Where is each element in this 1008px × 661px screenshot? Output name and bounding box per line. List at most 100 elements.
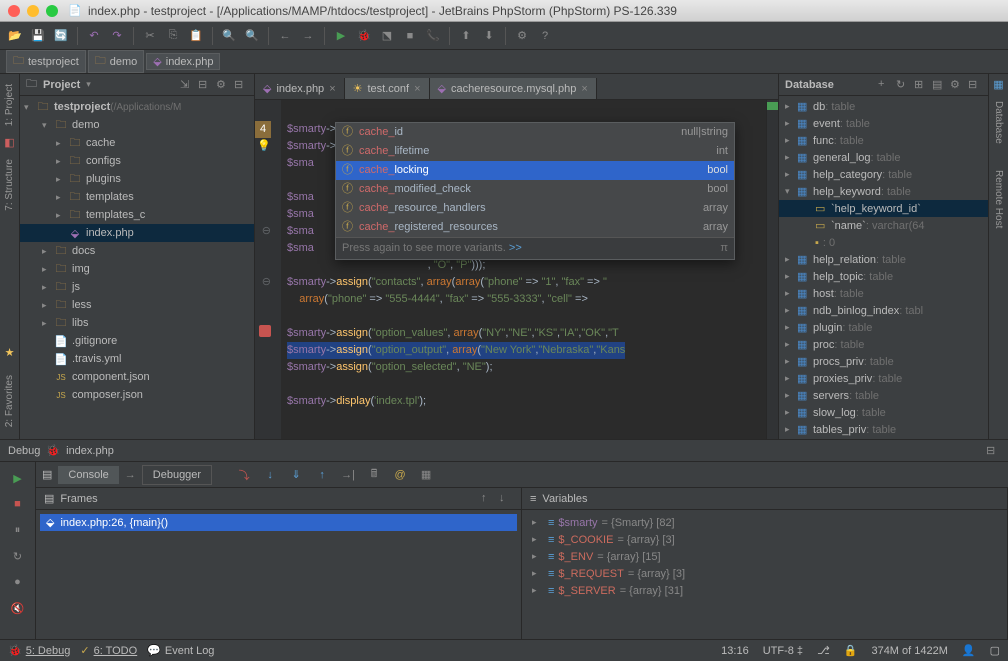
coverage-icon[interactable]: ⬔ [378,27,396,45]
open-icon[interactable]: 📂 [6,27,24,45]
crumb-folder[interactable]: 🗀demo [88,50,145,73]
frames-list[interactable]: ⬙ index.php:26, {main}() [36,510,521,639]
tree-item-index.php[interactable]: ⬙index.php [20,224,254,242]
scroll-icon[interactable]: ⇲ [180,78,194,92]
undo-icon[interactable]: ↶ [85,27,103,45]
db-refresh-icon[interactable]: ↻ [896,78,910,92]
completion-item[interactable]: ⓕcache_lockingbool [336,161,734,180]
gutter-icon-1[interactable]: ◧ [4,136,14,149]
tree-item-docs[interactable]: ▸🗀docs [20,242,254,260]
project-tree[interactable]: ▾🗀testproject (/Applications/M▾🗀demo▸🗀ca… [20,96,254,439]
run-to-cursor-icon[interactable]: →| [338,465,358,485]
pause-button[interactable]: ⏸ [8,520,28,540]
hide-icon[interactable]: ⊟ [234,78,248,92]
resume-button[interactable]: ▶ [8,468,28,488]
tree-item-demo[interactable]: ▾🗀demo [20,116,254,134]
sb-todo[interactable]: ✓6: TODO [80,644,137,657]
tree-item-.travis.yml[interactable]: 📄.travis.yml [20,350,254,368]
step-out-icon[interactable]: ↑ [312,465,332,485]
db-add-icon[interactable]: + [878,78,892,92]
db-row-<unnamed>[interactable]: ▪: 0 [779,234,988,251]
tree-item-.gitignore[interactable]: 📄.gitignore [20,332,254,350]
sb-lock-icon[interactable]: 🔒 [844,644,858,657]
tree-root[interactable]: ▾🗀testproject (/Applications/M [20,98,254,116]
tree-item-js[interactable]: ▸🗀js [20,278,254,296]
redo-icon[interactable]: ↷ [108,27,126,45]
layout-icon[interactable]: ▦ [416,465,436,485]
lightbulb-icon[interactable]: 💡 [257,140,271,152]
db-row-procs_priv[interactable]: ▸▦procs_priv: table [779,353,988,370]
debug-hide-icon[interactable]: ⊟ [986,444,1000,458]
watch-icon[interactable]: @ [390,465,410,485]
close-window-button[interactable] [8,5,20,17]
sb-git-icon[interactable]: ⎇ [817,644,830,657]
sb-tool-icon[interactable]: ▢ [990,644,1000,657]
frame-row[interactable]: ⬙ index.php:26, {main}() [40,514,517,531]
tab-console[interactable]: Console [58,466,118,484]
db-row-`help_keyword_id`[interactable]: ▭`help_keyword_id` [779,200,988,217]
gear-icon[interactable]: ⚙ [216,78,230,92]
tree-item-templates_c[interactable]: ▸🗀templates_c [20,206,254,224]
crumb-file[interactable]: ⬙index.php [146,53,220,70]
listen-icon[interactable]: 📞 [424,27,442,45]
tab-debugger[interactable]: Debugger [142,465,212,485]
find-icon[interactable]: 🔍 [220,27,238,45]
sb-debug[interactable]: 🐞5: Debug [8,644,70,657]
editor-tab-test.conf[interactable]: ☀test.conf× [345,78,430,99]
stop-icon[interactable]: ■ [401,27,419,45]
popup-more-link[interactable]: >> [509,242,522,254]
db-filter-icon[interactable]: ⊞ [914,78,928,92]
db-row-host[interactable]: ▸▦host: table [779,285,988,302]
var-row[interactable]: ▸≡$_COOKIE = {array} [3] [526,531,1003,548]
run-icon[interactable]: ▶ [332,27,350,45]
tree-item-templates[interactable]: ▸🗀templates [20,188,254,206]
completion-popup[interactable]: ⓕcache_idnull|stringⓕcache_lifetimeintⓕc… [335,122,735,260]
db-row-func[interactable]: ▸▦func: table [779,132,988,149]
gutter-project[interactable]: 1: Project [2,78,17,132]
db-row-plugin[interactable]: ▸▦plugin: table [779,319,988,336]
var-row[interactable]: ▸≡$_REQUEST = {array} [3] [526,565,1003,582]
crumb-project[interactable]: 🗀testproject [6,50,86,73]
tree-item-configs[interactable]: ▸🗀configs [20,152,254,170]
tree-item-cache[interactable]: ▸🗀cache [20,134,254,152]
step-over-icon[interactable]: ⤵ [234,465,254,485]
mute-button[interactable]: 🔇 [8,598,28,618]
rerun-button[interactable]: ↻ [8,546,28,566]
db-row-db[interactable]: ▸▦db: table [779,98,988,115]
help-icon[interactable]: ? [536,27,554,45]
db-row-help_keyword[interactable]: ▾▦help_keyword: table [779,183,988,200]
cut-icon[interactable]: ✂ [141,27,159,45]
frame-up-icon[interactable]: ↑ [481,492,495,506]
db-row-tables_priv[interactable]: ▸▦tables_priv: table [779,421,988,438]
completion-item[interactable]: ⓕcache_idnull|string [336,123,734,142]
editor-tab-index.php[interactable]: ⬙index.php× [255,78,345,99]
frame-down-icon[interactable]: ↓ [499,492,513,506]
vcs-icon-2[interactable]: ⬇ [480,27,498,45]
completion-item[interactable]: ⓕcache_resource_handlersarray [336,199,734,218]
gutter-database[interactable]: Database [991,95,1006,150]
minimize-window-button[interactable] [27,5,39,17]
completion-item[interactable]: ⓕcache_lifetimeint [336,142,734,161]
copy-icon[interactable]: ⎘ [164,27,182,45]
db-row-slow_log[interactable]: ▸▦slow_log: table [779,404,988,421]
close-tab-icon[interactable]: × [581,83,587,95]
zoom-window-button[interactable] [46,5,58,17]
save-icon[interactable]: 💾 [29,27,47,45]
tree-item-libs[interactable]: ▸🗀libs [20,314,254,332]
db-console-icon[interactable]: ▤ [932,78,946,92]
db-row-help_category[interactable]: ▸▦help_category: table [779,166,988,183]
gutter-structure[interactable]: 7: Structure [2,153,17,217]
tree-item-img[interactable]: ▸🗀img [20,260,254,278]
overview-ruler[interactable] [766,100,778,439]
back-icon[interactable]: ← [276,27,294,45]
db-row-`name`[interactable]: ▭`name`: varchar(64 [779,217,988,234]
step-into-icon[interactable]: ↓ [260,465,280,485]
favorites-star-icon[interactable]: ★ [5,346,15,359]
db-row-proc[interactable]: ▸▦proc: table [779,336,988,353]
sb-encoding[interactable]: UTF-8 ‡ [763,645,803,657]
editor-tab-cacheresource.mysql.php[interactable]: ⬙cacheresource.mysql.php× [430,78,597,99]
close-tab-icon[interactable]: × [414,83,420,95]
vcs-icon[interactable]: ⬆ [457,27,475,45]
database-icon[interactable]: ▦ [993,78,1003,91]
sync-icon[interactable]: 🔄 [52,27,70,45]
